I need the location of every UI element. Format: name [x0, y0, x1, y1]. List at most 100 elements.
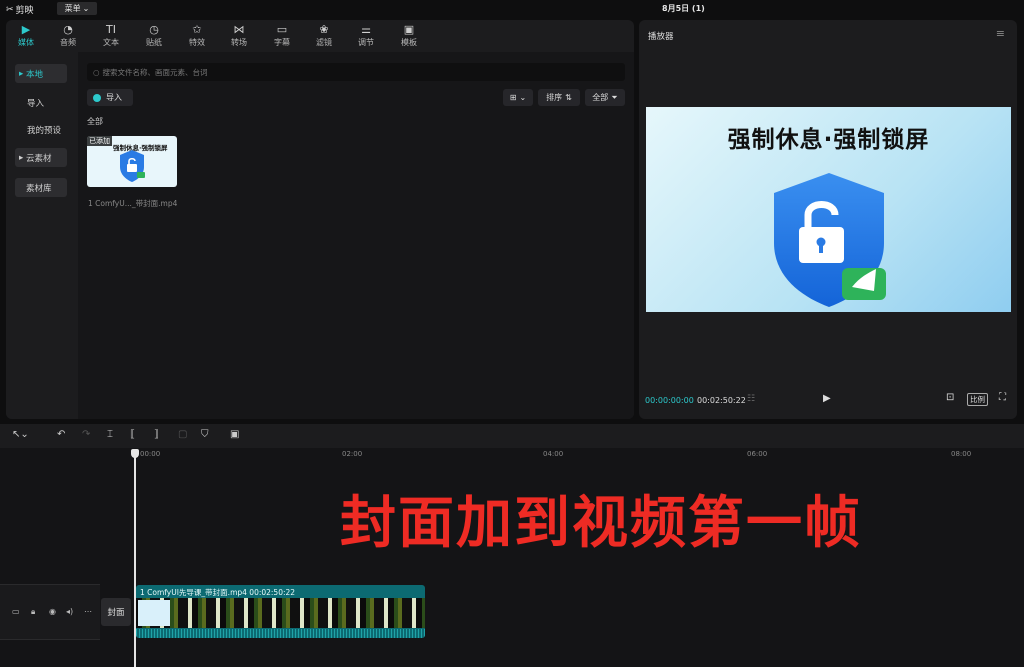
- sort-icon: ⇅: [565, 93, 572, 102]
- app-name: 剪映: [15, 6, 34, 16]
- media-icon: ▶: [21, 23, 31, 36]
- tab-filter[interactable]: ❀ 滤镜: [304, 23, 344, 48]
- project-title: 8月5日 (1): [662, 4, 705, 13]
- tab-label: 调节: [358, 38, 374, 47]
- tab-label: 转场: [231, 38, 247, 47]
- preview-title: 强制休息·强制锁屏: [727, 127, 930, 153]
- search-input[interactable]: ○ 搜索文件名称、画面元素、台词: [87, 63, 625, 81]
- sticker-icon: ◷: [149, 23, 159, 36]
- media-panel: ▶ 媒体 ◔ 音频 TI 文本 ◷ 贴纸 ✩ 特效 ⋈ 转场 ▭ 字幕 ❀ 滤镜: [6, 20, 634, 419]
- ruler-tick: 02:00: [342, 450, 363, 458]
- tab-text[interactable]: TI 文本: [91, 23, 131, 48]
- timeline-grid-icon[interactable]: ☷: [747, 394, 755, 404]
- clip-label: 1 ComfyUI先导课_带封面.mp4 00:02:50:22: [140, 588, 296, 597]
- ruler-tick: 00:00: [140, 450, 161, 458]
- trim-left-icon[interactable]: ⟦: [130, 429, 135, 440]
- tab-effects[interactable]: ✩ 特效: [177, 23, 217, 48]
- transition-icon: ⋈: [233, 23, 245, 36]
- app-logo: ✂ 剪映: [6, 3, 34, 17]
- tab-sticker[interactable]: ◷ 贴纸: [134, 23, 174, 48]
- select-tool-icon[interactable]: ↖⌄: [12, 429, 29, 440]
- clip-frames: [136, 598, 425, 628]
- fit-screen-icon[interactable]: ⊡: [946, 392, 954, 403]
- lock-icon[interactable]: 🔒︎: [31, 607, 35, 617]
- tab-label: 滤镜: [316, 38, 332, 47]
- capcut-logo-icon: ✂: [6, 4, 14, 15]
- grid-icon: ⊞: [509, 93, 517, 102]
- section-label: 全部: [87, 117, 103, 126]
- split-icon[interactable]: ⌶: [107, 429, 113, 440]
- clip-cover-frame: [138, 600, 170, 626]
- current-timecode: 00:00:00:00: [645, 396, 694, 405]
- title-bar: ✂ 剪映 菜单 ⌄ 8月5日 (1): [0, 0, 1024, 18]
- filter-funnel-icon: ⏷: [611, 92, 618, 102]
- tab-label: 音频: [60, 38, 76, 47]
- player-panel: 播放器 ≡ 强制休息·强制锁屏 00:00:00:00 00:02:50:22 …: [639, 20, 1017, 419]
- chevron-down-icon: ⌄: [519, 93, 527, 102]
- tab-subtitle[interactable]: ▭ 字幕: [262, 23, 302, 48]
- sidebar-item-presets[interactable]: 我的预设: [15, 120, 75, 139]
- tab-media[interactable]: ▶ 媒体: [6, 23, 46, 48]
- tab-label: 模板: [401, 38, 417, 47]
- tab-template[interactable]: ▣ 模板: [389, 23, 429, 48]
- view-mode-button[interactable]: ⊞ ⌄: [503, 89, 533, 106]
- speaker-icon[interactable]: ◂): [66, 607, 73, 616]
- ruler-tick: 04:00: [543, 450, 564, 458]
- text-icon: TI: [106, 23, 116, 36]
- tab-adjust[interactable]: ⚌ 调节: [346, 23, 386, 48]
- track-video-icon[interactable]: ▭: [12, 607, 20, 616]
- tab-transition[interactable]: ⋈ 转场: [219, 23, 259, 48]
- eye-icon[interactable]: ◉: [49, 607, 56, 616]
- sidebar-item-import[interactable]: 导入: [15, 93, 67, 112]
- cover-button[interactable]: 封面: [101, 598, 131, 626]
- player-title: 播放器: [648, 32, 674, 42]
- subtitle-icon: ▭: [276, 23, 288, 36]
- ratio-button[interactable]: 比例: [967, 393, 988, 406]
- shield-lock-icon: [774, 173, 886, 307]
- tab-label: 特效: [189, 38, 205, 47]
- filter-button[interactable]: 全部 ⏷: [585, 89, 625, 106]
- tab-label: 媒体: [18, 38, 34, 47]
- media-thumbnail[interactable]: 已添加 强制休息·强制锁屏: [87, 136, 177, 187]
- playhead-handle[interactable]: [131, 449, 139, 458]
- sort-button[interactable]: 排序 ⇅: [538, 89, 580, 106]
- time-ruler[interactable]: 00:00 02:00 04:00 06:00 08:00: [136, 448, 1024, 462]
- added-badge: 已添加: [87, 136, 112, 146]
- menu-label: 菜单: [64, 4, 81, 13]
- tab-audio[interactable]: ◔ 音频: [48, 23, 88, 48]
- playhead[interactable]: [134, 449, 136, 667]
- tab-label: 文本: [103, 38, 119, 47]
- undo-icon[interactable]: ↶: [57, 429, 65, 440]
- delete-icon[interactable]: ▢: [178, 429, 187, 440]
- marker-icon[interactable]: ⛉: [201, 429, 209, 440]
- play-icon[interactable]: ▶: [823, 393, 831, 404]
- hamburger-icon[interactable]: ≡: [996, 27, 1005, 40]
- fullscreen-icon[interactable]: ⛶: [999, 392, 1006, 403]
- menu-button[interactable]: 菜单 ⌄: [57, 2, 97, 15]
- ruler-tick: 06:00: [747, 450, 768, 458]
- thumbnail-title: 强制休息·强制锁屏: [113, 144, 168, 152]
- timeline-toolbar: ↖⌄ ↶ ↷ ⌶ ⟦ ⟧ ▢ ⛉ ▣: [0, 424, 1024, 448]
- trim-right-icon[interactable]: ⟧: [154, 429, 159, 440]
- chevron-down-icon: ⌄: [82, 4, 90, 13]
- image-edit-icon[interactable]: ▣: [230, 429, 239, 440]
- tab-label: 字幕: [274, 38, 290, 47]
- total-timecode: 00:02:50:22: [697, 396, 746, 405]
- track-header: ▭ 🔒︎ ◉ ◂) ⋯: [0, 584, 100, 640]
- video-clip[interactable]: 1 ComfyUI先导课_带封面.mp4 00:02:50:22: [136, 585, 425, 638]
- sidebar-item-cloud[interactable]: ▸ 云素材: [15, 148, 67, 167]
- ruler-tick: 08:00: [951, 450, 972, 458]
- search-icon: ○: [93, 67, 100, 77]
- asset-tabs: ▶ 媒体 ◔ 音频 TI 文本 ◷ 贴纸 ✩ 特效 ⋈ 转场 ▭ 字幕 ❀ 滤镜: [6, 20, 634, 52]
- sidebar-item-local[interactable]: ▸ 本地: [15, 64, 67, 83]
- sidebar-item-library[interactable]: 素材库: [15, 178, 67, 197]
- caret-icon: ▸: [19, 68, 26, 79]
- more-icon[interactable]: ⋯: [84, 607, 92, 616]
- tab-label: 贴纸: [146, 38, 162, 47]
- redo-icon[interactable]: ↷: [82, 429, 90, 440]
- audio-icon: ◔: [63, 23, 73, 36]
- media-content: ○ 搜索文件名称、画面元素、台词 导入 ⊞ ⌄ 排序 ⇅ 全部 ⏷ 全部 已添加 强制…: [78, 52, 634, 419]
- import-button[interactable]: 导入: [87, 89, 133, 106]
- effects-icon: ✩: [192, 23, 202, 36]
- template-icon: ▣: [403, 23, 415, 36]
